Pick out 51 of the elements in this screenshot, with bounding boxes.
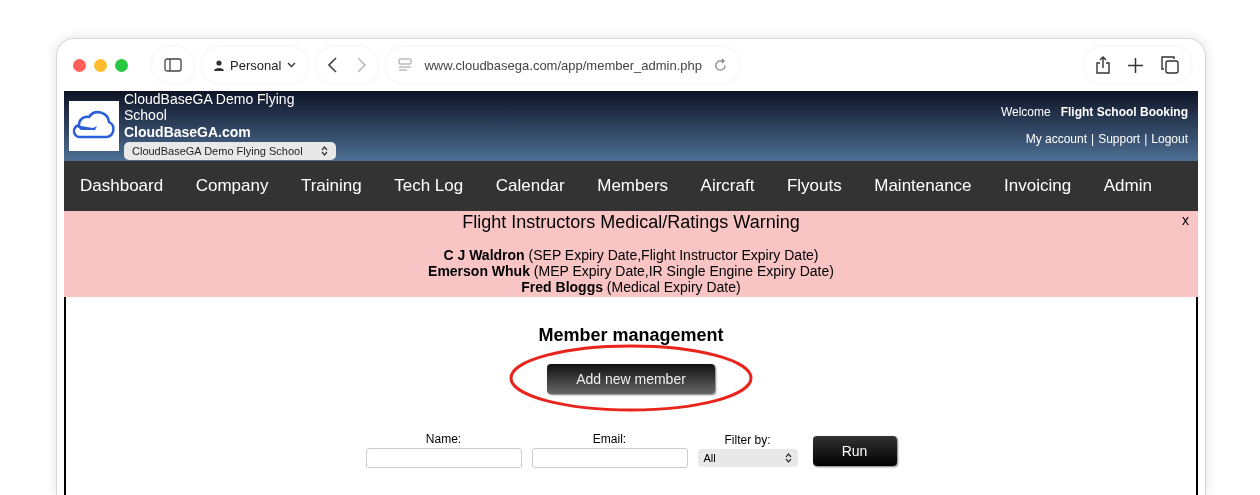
warning-entry: Fred Bloggs (Medical Expiry Date) [520,279,742,295]
nav-item[interactable]: Invoicing [1004,176,1072,196]
nav-item[interactable]: Calendar [495,176,565,196]
site-name: CloudBaseGA.com [124,123,252,141]
nav-item[interactable]: Admin [1103,176,1152,196]
nav-item[interactable]: Dashboard [80,176,164,196]
stepper-icon [321,146,328,156]
back-icon[interactable] [328,57,338,73]
header-link[interactable]: Logout [1151,132,1188,146]
close-window-icon[interactable] [73,58,86,72]
plus-icon[interactable] [1128,57,1143,73]
filter-label: Filter by: [724,433,771,447]
email-label: Email: [592,432,627,446]
warning-entry: C J Waldron (SEP Expiry Date,Flight Instructor Expiry Date) [442,247,820,263]
stepper-icon [784,453,792,463]
tabs-icon[interactable] [1161,56,1179,74]
school-name: CloudBaseGA Demo Flying School [124,91,296,123]
add-member-button[interactable]: Add new member [547,364,715,394]
nav-item[interactable]: Aircraft [700,176,755,196]
share-icon[interactable] [1096,56,1110,74]
warning-entry: Emerson Whuk (MEP Expiry Date,IR Single Engine Expiry Date) [427,263,835,279]
filter-select[interactable]: All [697,449,798,467]
school-select[interactable]: CloudBaseGA Demo Flying School [124,142,336,160]
page-icon [398,58,413,72]
page-title: Member management [538,325,724,346]
zoom-window-icon[interactable] [115,58,128,72]
user-name: Flight School Booking [1060,105,1188,119]
address-bar[interactable]: www.cloudbasega.com/app/member_admin.php [386,47,740,83]
email-field[interactable] [531,448,688,468]
warning-title: Flight Instructors Medical/Ratings Warning [462,211,800,233]
link-separator: | [1091,132,1095,146]
header-link[interactable]: My account [1025,132,1087,146]
person-icon [214,59,224,71]
nav-item[interactable]: Training [300,176,362,196]
link-separator: | [1144,132,1148,146]
reload-icon[interactable] [714,58,728,72]
run-button[interactable]: Run [812,436,897,466]
nav-item[interactable]: Tech Log [394,176,464,196]
profile-button[interactable]: Personal [202,47,309,83]
header-link[interactable]: Support [1098,132,1141,146]
name-label: Name: [425,432,462,446]
sidebar-icon[interactable] [164,58,182,72]
nav-item[interactable]: Company [195,176,269,196]
chevron-down-icon [287,62,297,68]
close-warning-link[interactable]: x [1182,212,1189,228]
name-field[interactable] [365,448,522,468]
nav-item[interactable]: Maintenance [874,176,972,196]
nav-item[interactable]: Members [597,176,669,196]
welcome-text: Welcome [1000,105,1051,119]
forward-icon[interactable] [357,57,367,73]
nav-item[interactable]: Flyouts [786,176,842,196]
